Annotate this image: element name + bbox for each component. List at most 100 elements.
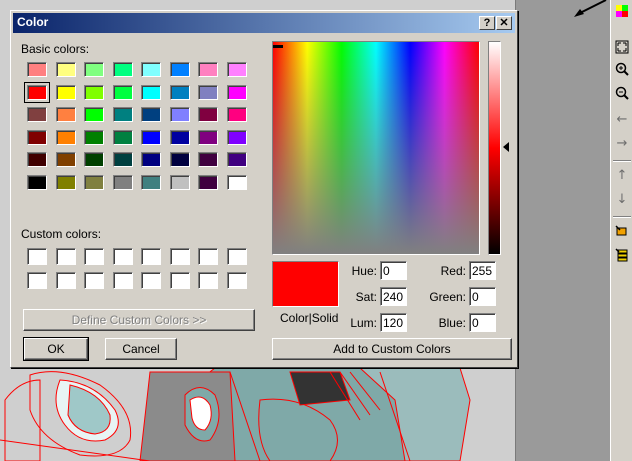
red-label: Red: <box>440 264 466 278</box>
basic-color-swatch[interactable] <box>84 174 104 190</box>
basic-color-swatch[interactable] <box>141 174 161 190</box>
basic-color-swatch[interactable] <box>84 152 104 167</box>
arrow-cursor-icon <box>574 0 607 17</box>
basic-color-swatch[interactable] <box>169 152 190 167</box>
custom-color-swatch[interactable] <box>169 272 190 289</box>
basic-color-swatch[interactable] <box>169 62 190 77</box>
basic-color-swatch[interactable] <box>112 84 133 100</box>
ok-button[interactable]: OK <box>23 337 89 361</box>
basic-color-swatch[interactable] <box>27 62 47 77</box>
add-to-custom-colors-button[interactable]: Add to Custom Colors <box>272 338 512 360</box>
help-button[interactable]: ? <box>479 16 495 30</box>
basic-color-swatch[interactable] <box>27 107 47 122</box>
zoom-extents-icon[interactable] <box>613 38 631 56</box>
basic-color-swatch[interactable] <box>226 152 247 167</box>
basic-color-swatch[interactable] <box>55 62 76 77</box>
basic-color-swatch[interactable] <box>198 174 218 190</box>
basic-color-swatch[interactable] <box>226 107 247 122</box>
basic-color-swatch[interactable] <box>84 84 104 100</box>
basic-color-swatch[interactable] <box>24 81 50 103</box>
basic-color-swatch[interactable] <box>198 84 218 100</box>
custom-color-swatch[interactable] <box>112 248 133 265</box>
zoom-in-icon[interactable] <box>613 60 631 78</box>
basic-color-swatch[interactable] <box>226 62 247 77</box>
basic-color-swatch[interactable] <box>112 152 133 167</box>
custom-color-swatch[interactable] <box>141 272 161 289</box>
pan-left-icon[interactable]: ← <box>613 110 631 128</box>
lum-label: Lum: <box>350 316 377 330</box>
custom-color-swatch[interactable] <box>198 272 218 289</box>
green-input[interactable] <box>469 287 496 306</box>
color-solid-preview <box>272 261 339 307</box>
red-input[interactable] <box>469 261 496 280</box>
basic-color-swatch[interactable] <box>27 129 47 145</box>
blue-label: Blue: <box>438 316 466 330</box>
basic-color-swatch[interactable] <box>226 174 247 190</box>
luminosity-arrow-icon[interactable] <box>503 142 509 152</box>
basic-color-swatch[interactable] <box>55 174 76 190</box>
green-label: Green: <box>429 290 466 304</box>
basic-color-swatch[interactable] <box>169 174 190 190</box>
color-cube-icon[interactable] <box>613 2 631 20</box>
basic-color-swatch[interactable] <box>169 129 190 145</box>
custom-color-swatch[interactable] <box>55 272 76 289</box>
hue-input[interactable] <box>380 261 407 280</box>
basic-color-swatch[interactable] <box>112 107 133 122</box>
basic-color-swatch[interactable] <box>141 62 161 77</box>
basic-color-swatch[interactable] <box>84 62 104 77</box>
custom-color-swatch[interactable] <box>226 248 247 265</box>
custom-color-swatch[interactable] <box>27 272 47 289</box>
basic-color-swatch[interactable] <box>198 107 218 122</box>
pan-up-icon[interactable]: ↑ <box>613 166 631 184</box>
basic-color-swatch[interactable] <box>112 174 133 190</box>
basic-color-swatch[interactable] <box>226 129 247 145</box>
side-toolbar: ← → ↑ ↓ <box>610 0 632 461</box>
toolbar-separator <box>613 160 631 162</box>
custom-color-swatch[interactable] <box>169 248 190 265</box>
basic-color-swatch[interactable] <box>169 84 190 100</box>
luminosity-slider[interactable] <box>488 41 501 255</box>
layer-tool-icon[interactable] <box>613 222 631 240</box>
layer-stack-icon[interactable] <box>613 246 631 264</box>
basic-color-swatch[interactable] <box>84 107 104 122</box>
basic-color-swatch[interactable] <box>55 129 76 145</box>
basic-color-swatch[interactable] <box>55 84 76 100</box>
basic-color-swatch[interactable] <box>112 129 133 145</box>
basic-color-swatch[interactable] <box>141 152 161 167</box>
custom-color-swatch[interactable] <box>27 248 47 265</box>
dialog-titlebar[interactable]: Color ? ✕ <box>13 13 515 33</box>
custom-color-swatch[interactable] <box>84 248 104 265</box>
basic-color-swatch[interactable] <box>55 152 76 167</box>
basic-color-swatch[interactable] <box>169 107 190 122</box>
cancel-button[interactable]: Cancel <box>105 338 177 360</box>
pan-right-icon[interactable]: → <box>613 134 631 152</box>
close-button[interactable]: ✕ <box>496 16 512 30</box>
basic-color-swatch[interactable] <box>141 84 161 100</box>
basic-color-swatch[interactable] <box>198 129 218 145</box>
basic-color-swatch[interactable] <box>141 129 161 145</box>
basic-color-swatch[interactable] <box>112 62 133 77</box>
custom-color-swatch[interactable] <box>226 272 247 289</box>
color-solid-label: Color|Solid <box>280 311 339 325</box>
pan-down-icon[interactable]: ↓ <box>613 190 631 208</box>
custom-color-swatch[interactable] <box>55 248 76 265</box>
basic-color-swatch[interactable] <box>84 129 104 145</box>
basic-color-swatch[interactable] <box>198 152 218 167</box>
blue-input[interactable] <box>469 313 496 332</box>
basic-color-swatch[interactable] <box>55 107 76 122</box>
sat-input[interactable] <box>380 287 407 306</box>
toolbar-separator <box>613 216 631 218</box>
zoom-out-icon[interactable] <box>613 84 631 102</box>
custom-color-swatch[interactable] <box>84 272 104 289</box>
custom-color-swatch[interactable] <box>141 248 161 265</box>
basic-color-swatch[interactable] <box>27 174 47 190</box>
custom-color-swatch[interactable] <box>198 248 218 265</box>
custom-color-swatch[interactable] <box>112 272 133 289</box>
basic-color-swatch[interactable] <box>141 107 161 122</box>
lum-input[interactable] <box>380 313 407 332</box>
basic-color-swatch[interactable] <box>198 62 218 77</box>
basic-color-swatch[interactable] <box>226 84 247 100</box>
basic-color-swatch[interactable] <box>27 152 47 167</box>
define-custom-colors-button[interactable]: Define Custom Colors >> <box>23 309 255 331</box>
color-spectrum[interactable] <box>272 41 480 255</box>
